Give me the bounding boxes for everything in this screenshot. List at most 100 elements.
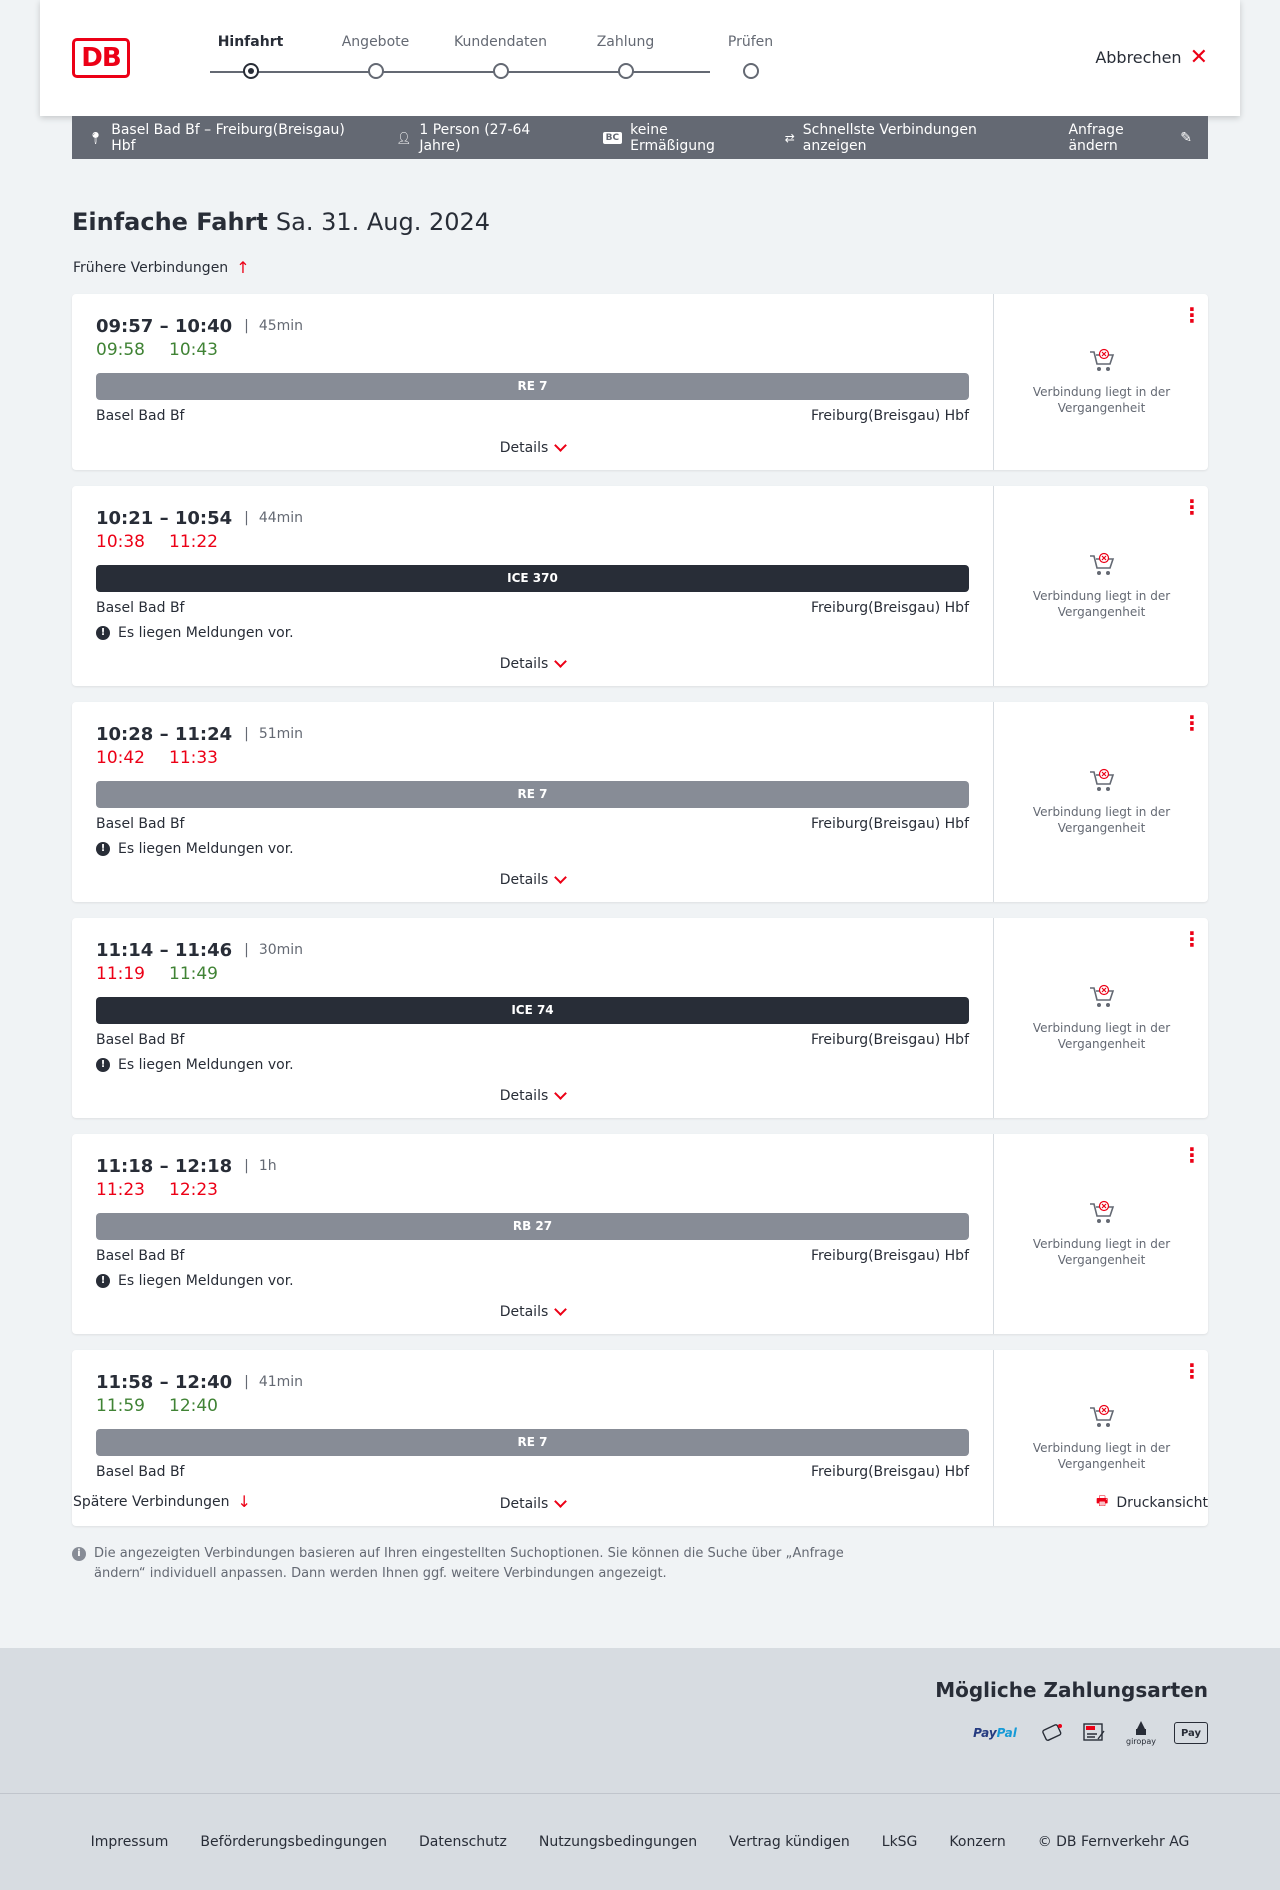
- more-options-icon[interactable]: ⋮: [1182, 497, 1202, 517]
- train-segment[interactable]: RE 7: [96, 373, 969, 400]
- later-connections-link[interactable]: Spätere Verbindungen ↓: [73, 1492, 251, 1511]
- alert-icon: !: [96, 626, 110, 640]
- train-segment[interactable]: ICE 370: [96, 565, 969, 592]
- alert-icon: !: [96, 1274, 110, 1288]
- realtime-times: 10:38 11:22: [96, 532, 969, 554]
- cancel-label: Abbrechen: [1095, 48, 1182, 67]
- duration: 41min: [258, 1374, 304, 1390]
- connection-list: 09:57 – 10:40 | 45min 09:58 10:43 RE 7 B…: [72, 294, 1208, 1542]
- booking-panel: ⋮ Verbindung liegt in der Vergangenheit: [995, 702, 1208, 902]
- booking-panel: ⋮ Verbindung liegt in der Vergangenheit: [995, 1134, 1208, 1334]
- duration: 1h: [258, 1158, 277, 1174]
- arrow-up-icon: ↑: [236, 258, 250, 277]
- trip-date: Sa. 31. Aug. 2024: [275, 208, 491, 236]
- connection-card: 11:14 – 11:46 | 30min 11:19 11:49 ICE 74…: [72, 918, 1208, 1118]
- departure-station: Basel Bad Bf: [96, 408, 185, 424]
- details-toggle[interactable]: Details: [96, 438, 969, 458]
- footer-link[interactable]: Konzern: [949, 1834, 1005, 1850]
- step-label: Hinfahrt: [217, 34, 284, 50]
- footer-link[interactable]: © DB Fernverkehr AG: [1038, 1834, 1190, 1850]
- details-toggle[interactable]: Details: [96, 1302, 969, 1322]
- connection-details: 11:14 – 11:46 | 30min 11:19 11:49 ICE 74…: [72, 918, 994, 1118]
- realtime-departure: 10:42: [96, 748, 145, 768]
- footer-link[interactable]: Vertrag kündigen: [729, 1834, 850, 1850]
- step-zahlung: Zahlung: [563, 34, 688, 79]
- details-toggle[interactable]: Details: [96, 870, 969, 890]
- planned-time-range: 10:28 – 11:24: [96, 723, 233, 745]
- connection-card: 09:57 – 10:40 | 45min 09:58 10:43 RE 7 B…: [72, 294, 1208, 470]
- planned-time-range: 09:57 – 10:40: [96, 315, 233, 337]
- footer: Impressum Beförderungsbedingungen Datensch…: [0, 1793, 1280, 1890]
- realtime-times: 11:59 12:40: [96, 1396, 969, 1418]
- stations: Basel Bad Bf Freiburg(Breisgau) Hbf: [96, 816, 969, 834]
- print-view-link[interactable]: 🖶 Druckansicht: [1096, 1492, 1208, 1514]
- details-toggle[interactable]: Details: [96, 1086, 969, 1106]
- edit-request-button[interactable]: Anfrage ändern ✎: [1068, 122, 1192, 154]
- arrival-station: Freiburg(Breisgau) Hbf: [810, 1248, 969, 1264]
- step-dot-active: [242, 63, 259, 79]
- arrival-station: Freiburg(Breisgau) Hbf: [810, 600, 969, 616]
- step-pruefen: Prüfen: [688, 34, 813, 79]
- sepa-icon: [1082, 1720, 1108, 1746]
- cart-unavailable-icon: [1089, 1200, 1114, 1223]
- summary-route: 📍︎ Basel Bad Bf – Freiburg(Breisgau) Hbf: [88, 122, 362, 154]
- departure-station: Basel Bad Bf: [96, 1248, 185, 1264]
- step-label: Prüfen: [727, 34, 774, 50]
- search-summary-bar: 📍︎ Basel Bad Bf – Freiburg(Breisgau) Hbf…: [72, 116, 1208, 159]
- chevron-down-icon: [554, 1303, 568, 1316]
- more-options-icon[interactable]: ⋮: [1182, 929, 1202, 949]
- realtime-departure: 11:19: [96, 964, 145, 984]
- footer-link[interactable]: Nutzungsbedingungen: [539, 1834, 697, 1850]
- notice-text: Es liegen Meldungen vor.: [118, 1273, 294, 1289]
- giropay-icon: giropay: [1124, 1720, 1158, 1746]
- stations: Basel Bad Bf Freiburg(Breisgau) Hbf: [96, 408, 969, 426]
- realtime-arrival: 11:22: [169, 532, 218, 552]
- arrival-station: Freiburg(Breisgau) Hbf: [810, 408, 969, 424]
- more-options-icon[interactable]: ⋮: [1182, 305, 1202, 325]
- details-label: Details: [499, 656, 549, 672]
- footer-link[interactable]: Beförderungsbedingungen: [200, 1834, 387, 1850]
- details-label: Details: [499, 1304, 549, 1320]
- payment-title: Mögliche Zahlungsarten: [935, 1678, 1208, 1702]
- paypal-icon: Pay Pal: [973, 1726, 1017, 1740]
- details-toggle[interactable]: Details: [96, 654, 969, 674]
- arrival-station: Freiburg(Breisgau) Hbf: [810, 1032, 969, 1048]
- bahncard-icon: BC: [602, 131, 623, 144]
- step-dot: [617, 63, 634, 79]
- chevron-down-icon: [554, 871, 568, 884]
- cart-unavailable-icon: [1089, 552, 1114, 575]
- more-options-icon[interactable]: ⋮: [1182, 1145, 1202, 1165]
- footer-link[interactable]: Impressum: [91, 1834, 169, 1850]
- discount-text: keine Ermäßigung: [630, 121, 715, 154]
- route-text: Basel Bad Bf – Freiburg(Breisgau) Hbf: [111, 121, 345, 154]
- planned-times: 11:14 – 11:46 | 30min: [96, 938, 969, 962]
- disruption-notice: ! Es liegen Meldungen vor.: [96, 624, 969, 642]
- progress-stepper: Hinfahrt Angebote Kundendaten Zahlung Pr…: [40, 0, 840, 116]
- footer-link[interactable]: Datenschutz: [419, 1834, 507, 1850]
- planned-times: 10:28 – 11:24 | 51min: [96, 722, 969, 746]
- person-icon: 👤︎: [396, 130, 412, 145]
- realtime-arrival: 10:43: [169, 340, 218, 360]
- train-segment[interactable]: RE 7: [96, 781, 969, 808]
- cart-unavailable-icon: [1089, 768, 1114, 791]
- more-options-icon[interactable]: ⋮: [1182, 1361, 1202, 1381]
- payment-icons: Pay Pal giropay Pay: [966, 1720, 1208, 1746]
- trip-type: Einfache Fahrt: [72, 208, 268, 236]
- status-text: Verbindung liegt in der Vergangenheit: [1032, 805, 1171, 835]
- separator: |: [244, 1158, 249, 1174]
- search-info-note: i Die angezeigten Verbindungen basieren …: [72, 1544, 872, 1584]
- planned-times: 11:58 – 12:40 | 41min: [96, 1370, 969, 1394]
- chevron-down-icon: [554, 439, 568, 452]
- disruption-notice: ! Es liegen Meldungen vor.: [96, 1056, 969, 1074]
- train-segment[interactable]: RE 7: [96, 1429, 969, 1456]
- earlier-connections-link[interactable]: Frühere Verbindungen ↑: [73, 258, 250, 277]
- connection-details: 11:18 – 12:18 | 1h 11:23 12:23 RB 27 Bas…: [72, 1134, 994, 1334]
- more-options-icon[interactable]: ⋮: [1182, 713, 1202, 733]
- train-segment[interactable]: RB 27: [96, 1213, 969, 1240]
- arrival-station: Freiburg(Breisgau) Hbf: [810, 816, 969, 832]
- close-icon: ✕: [1189, 44, 1208, 70]
- cancel-button[interactable]: Abbrechen ✕: [1095, 44, 1208, 70]
- header-card: DB Hinfahrt Angebote Kundendaten Zahlung…: [40, 0, 1240, 116]
- footer-link[interactable]: LkSG: [882, 1834, 918, 1850]
- train-segment[interactable]: ICE 74: [96, 997, 969, 1024]
